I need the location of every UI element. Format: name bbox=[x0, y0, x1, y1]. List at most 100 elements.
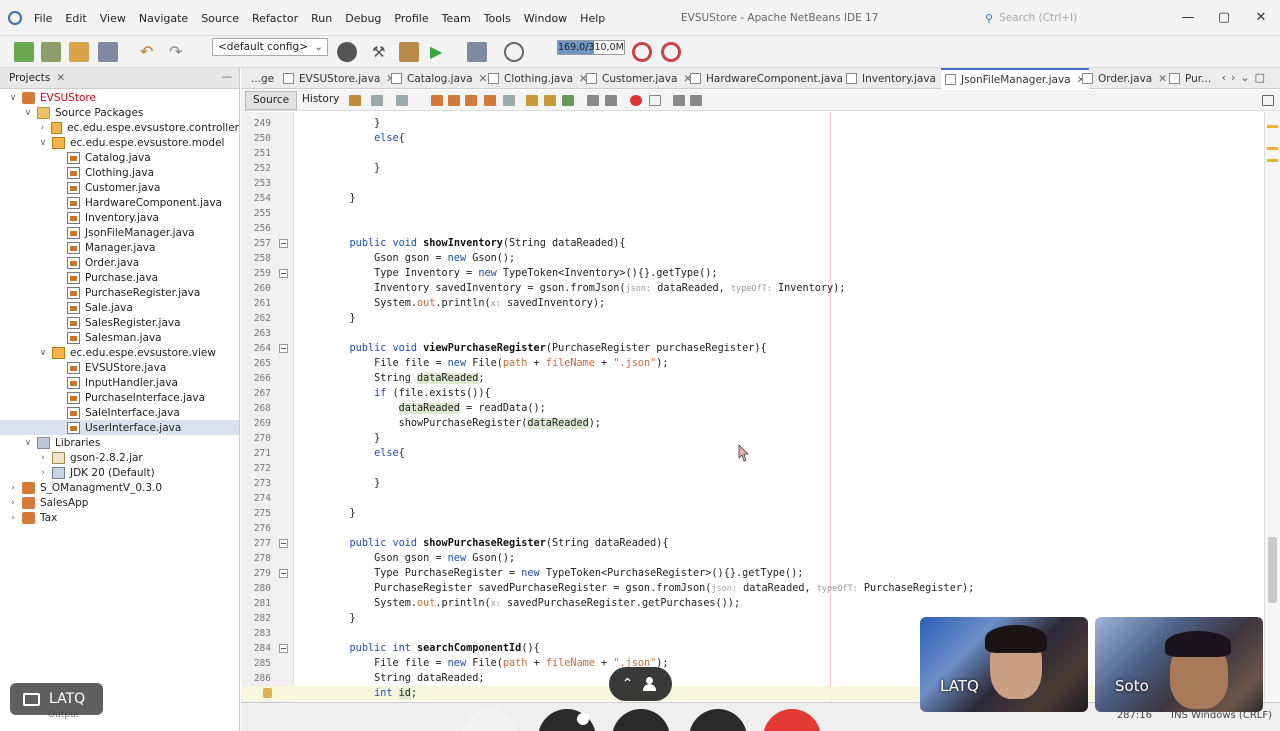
tree-item[interactable]: Purchase.java bbox=[0, 270, 239, 285]
fold-toggle-icon[interactable] bbox=[279, 269, 288, 278]
code-editor[interactable]: 249 } 250 else{251 252 } 253 254 } 255 256 257 … bbox=[241, 112, 1264, 702]
expand-icon[interactable]: ∨ bbox=[8, 93, 18, 103]
debug-icon[interactable] bbox=[467, 42, 487, 62]
stop-macro-icon[interactable] bbox=[649, 95, 661, 106]
tree-item[interactable]: ∨ EVSUStore bbox=[0, 90, 239, 105]
collapse-icon[interactable]: › bbox=[38, 123, 47, 133]
tree-item[interactable]: Sale.java bbox=[0, 300, 239, 315]
editor-tab[interactable]: ...ge bbox=[251, 68, 274, 89]
collapse-icon[interactable]: › bbox=[38, 468, 48, 478]
search-input[interactable]: ⚲ Search (Ctrl+I) bbox=[985, 9, 1166, 27]
reset-gc-icon[interactable] bbox=[661, 42, 681, 62]
collapse-icon[interactable]: › bbox=[38, 453, 48, 463]
tree-item[interactable]: JsonFileManager.java bbox=[0, 225, 239, 240]
tree-item[interactable]: › JDK 20 (Default) bbox=[0, 465, 239, 480]
hammer-icon[interactable]: ⚒ bbox=[372, 42, 392, 62]
last-edit-icon[interactable] bbox=[349, 95, 361, 106]
error-stripe-mark[interactable] bbox=[1267, 159, 1278, 162]
editor-tab[interactable]: HardwareComponent.java✕ bbox=[690, 68, 858, 89]
collapse-icon[interactable]: › bbox=[8, 513, 18, 523]
expand-icon[interactable]: ∨ bbox=[38, 138, 48, 148]
collapse-icon[interactable]: › bbox=[8, 498, 18, 508]
tab-nav-icons[interactable]: ‹›⌄□ bbox=[1222, 71, 1270, 84]
editor-tab[interactable]: Pur... bbox=[1169, 68, 1211, 89]
tree-item[interactable]: Order.java bbox=[0, 255, 239, 270]
find-next-icon[interactable] bbox=[465, 95, 477, 106]
participant-tile-soto[interactable]: Soto bbox=[1095, 617, 1263, 712]
menu-file[interactable]: File bbox=[34, 12, 52, 25]
menu-team[interactable]: Team bbox=[442, 12, 471, 25]
toggle-highlight-icon[interactable] bbox=[503, 95, 515, 106]
comment-icon[interactable] bbox=[673, 95, 685, 106]
history-button[interactable]: History bbox=[296, 91, 345, 110]
close-icon[interactable]: ✕ bbox=[1251, 8, 1271, 28]
participant-tile-latq[interactable]: LATQ bbox=[920, 617, 1088, 712]
editor-tab[interactable]: Inventory.java✕ bbox=[846, 68, 951, 89]
tree-item[interactable]: › SalesApp bbox=[0, 495, 239, 510]
menu-run[interactable]: Run bbox=[311, 12, 332, 25]
editor-tab[interactable]: Customer.java ✕ bbox=[586, 68, 692, 89]
open-project-icon[interactable] bbox=[69, 42, 89, 62]
new-file-icon[interactable] bbox=[41, 42, 61, 62]
collapse-icon[interactable]: › bbox=[8, 483, 18, 493]
memory-meter[interactable]: 169,0/310,0MB bbox=[557, 40, 625, 55]
menu-tools[interactable]: Tools bbox=[484, 12, 511, 25]
tree-item[interactable]: › S_OManagmentV_0.3.0 bbox=[0, 480, 239, 495]
scrollbar-thumb[interactable] bbox=[1268, 537, 1277, 603]
find-selection-icon[interactable] bbox=[484, 95, 496, 106]
fold-toggle-icon[interactable] bbox=[279, 344, 288, 353]
menu-profile[interactable]: Profile bbox=[394, 12, 428, 25]
editor-tab[interactable]: Clothing.java ✕ bbox=[488, 68, 588, 89]
menu-window[interactable]: Window bbox=[524, 12, 567, 25]
tree-item[interactable]: › gson-2.8.2.jar bbox=[0, 450, 239, 465]
tree-item[interactable]: UserInterface.java bbox=[0, 420, 239, 435]
tree-item[interactable]: SaleInterface.java bbox=[0, 405, 239, 420]
tree-item[interactable]: Manager.java bbox=[0, 240, 239, 255]
menu-edit[interactable]: Edit bbox=[65, 12, 86, 25]
tree-item[interactable]: InputHandler.java bbox=[0, 375, 239, 390]
fold-toggle-icon[interactable] bbox=[279, 539, 288, 548]
browser-icon[interactable] bbox=[337, 42, 357, 62]
close-icon[interactable]: ✕ bbox=[56, 72, 65, 84]
fold-toggle-icon[interactable] bbox=[279, 644, 288, 653]
tree-item[interactable]: ∨ ec.edu.espe.evsustore.model bbox=[0, 135, 239, 150]
tree-item[interactable]: › Tax bbox=[0, 510, 239, 525]
redo-icon[interactable]: ↷ bbox=[169, 42, 189, 62]
uncomment-icon[interactable] bbox=[690, 95, 702, 106]
error-stripe-mark[interactable] bbox=[1267, 125, 1278, 128]
fold-toggle-icon[interactable] bbox=[279, 569, 288, 578]
gc-icon[interactable] bbox=[632, 42, 652, 62]
tree-item[interactable]: PurchaseInterface.java bbox=[0, 390, 239, 405]
tree-item[interactable]: ∨ Source Packages bbox=[0, 105, 239, 120]
close-tab-icon[interactable]: ✕ bbox=[479, 73, 488, 85]
clean-build-icon[interactable] bbox=[399, 42, 419, 62]
tab-projects[interactable]: Projects ✕ — bbox=[0, 68, 239, 89]
fold-toggle-icon[interactable] bbox=[279, 239, 288, 248]
menu-navigate[interactable]: Navigate bbox=[139, 12, 188, 25]
tree-item[interactable]: › ec.edu.espe.evsustore.controller bbox=[0, 120, 239, 135]
undo-icon[interactable]: ↶ bbox=[140, 42, 160, 62]
previous-bookmark-icon[interactable] bbox=[526, 95, 538, 106]
tree-item[interactable]: SalesRegister.java bbox=[0, 315, 239, 330]
minimize-icon[interactable]: — bbox=[222, 71, 233, 83]
shift-left-icon[interactable] bbox=[587, 95, 599, 106]
profile-icon[interactable] bbox=[504, 42, 524, 62]
expand-icon[interactable]: ∨ bbox=[38, 348, 48, 358]
tree-item[interactable]: ∨ ec.edu.espe.evsustore.view bbox=[0, 345, 239, 360]
forward-icon[interactable] bbox=[396, 95, 408, 106]
new-project-icon[interactable] bbox=[14, 42, 34, 62]
tree-item[interactable]: ∨ Libraries bbox=[0, 435, 239, 450]
error-stripe-mark[interactable] bbox=[1267, 147, 1278, 150]
editor-scrollbar[interactable] bbox=[1264, 112, 1280, 702]
shift-right-icon[interactable] bbox=[605, 95, 617, 106]
tree-item[interactable]: Inventory.java bbox=[0, 210, 239, 225]
split-editor-icon[interactable] bbox=[1262, 95, 1274, 106]
editor-tab[interactable]: JsonFileManager.java✕ bbox=[941, 68, 1090, 89]
tree-item[interactable]: EVSUStore.java bbox=[0, 360, 239, 375]
close-tab-icon[interactable]: ✕ bbox=[1158, 73, 1167, 85]
menu-view[interactable]: View bbox=[100, 12, 126, 25]
find-previous-icon[interactable] bbox=[448, 95, 460, 106]
menu-debug[interactable]: Debug bbox=[345, 12, 381, 25]
back-icon[interactable] bbox=[371, 95, 383, 106]
run-icon[interactable]: ▶ bbox=[430, 42, 450, 62]
